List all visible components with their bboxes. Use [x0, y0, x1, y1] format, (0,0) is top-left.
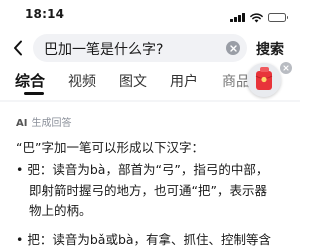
active-tab-indicator: [24, 92, 44, 95]
ai-label-text: 生成回答: [31, 118, 72, 129]
status-bar: 18:14: [0, 0, 300, 26]
floating-red-envelope-widget[interactable]: [247, 62, 292, 99]
tab-comprehensive[interactable]: 综合: [15, 70, 45, 91]
signal-icon: [230, 13, 245, 22]
red-envelope-icon: [255, 67, 273, 90]
back-arrow-icon: [14, 40, 22, 56]
screen: 18:14 巴加一笔是什么字? 搜索 综合 视频 图文 用户 商品 AI 生成回…: [0, 0, 300, 250]
answer-bullet-2: • 把：读音为bǎ或bà，有拿、抓住、控制等含: [16, 230, 271, 250]
tab-image-text[interactable]: 图文: [119, 71, 147, 91]
tab-video[interactable]: 视频: [68, 71, 96, 91]
battery-icon: [267, 13, 288, 22]
status-icons: [230, 8, 288, 27]
tab-products[interactable]: 商品: [222, 71, 250, 91]
answer-bullet-1: • 弝：读音为bà，部首为“弓”，指弓的中部， 即射箭时握弓的地方，也可通“把”…: [16, 160, 268, 222]
ai-generated-label: AI 生成回答: [16, 114, 71, 129]
bullet-2-line-1: • 把：读音为bǎ或bà，有拿、抓住、控制等含: [16, 232, 272, 247]
red-envelope-button[interactable]: [247, 63, 281, 97]
answer-intro: “巴”字加一笔可以形成以下汉字：: [16, 140, 204, 155]
search-button[interactable]: 搜索: [256, 39, 284, 59]
bullet-1-line-3: 物上的柄。: [29, 203, 92, 218]
ai-badge: AI: [16, 118, 28, 129]
search-query-text: 巴加一笔是什么字?: [44, 42, 164, 58]
tab-users[interactable]: 用户: [170, 71, 198, 91]
bullet-1-line-1: • 弝：读音为bà，部首为“弓”，指弓的中部，: [16, 162, 269, 177]
clear-icon[interactable]: [226, 41, 240, 55]
back-button[interactable]: [6, 34, 30, 62]
bullet-1-line-2: 即射箭时握弓的地方，也可通“把”，表示器: [29, 182, 267, 198]
close-icon[interactable]: [280, 62, 292, 74]
wifi-icon: [249, 8, 263, 27]
content-area: AI 生成回答 “巴”字加一笔可以形成以下汉字： • 弝：读音为bà，部首为“弓”…: [0, 100, 300, 250]
search-input[interactable]: 巴加一笔是什么字?: [33, 34, 247, 62]
ai-answer-card: AI 生成回答 “巴”字加一笔可以形成以下汉字： • 弝：读音为bà，部首为“弓”…: [0, 102, 300, 250]
search-row: 巴加一笔是什么字? 搜索: [0, 30, 300, 66]
status-time: 18:14: [25, 7, 65, 21]
